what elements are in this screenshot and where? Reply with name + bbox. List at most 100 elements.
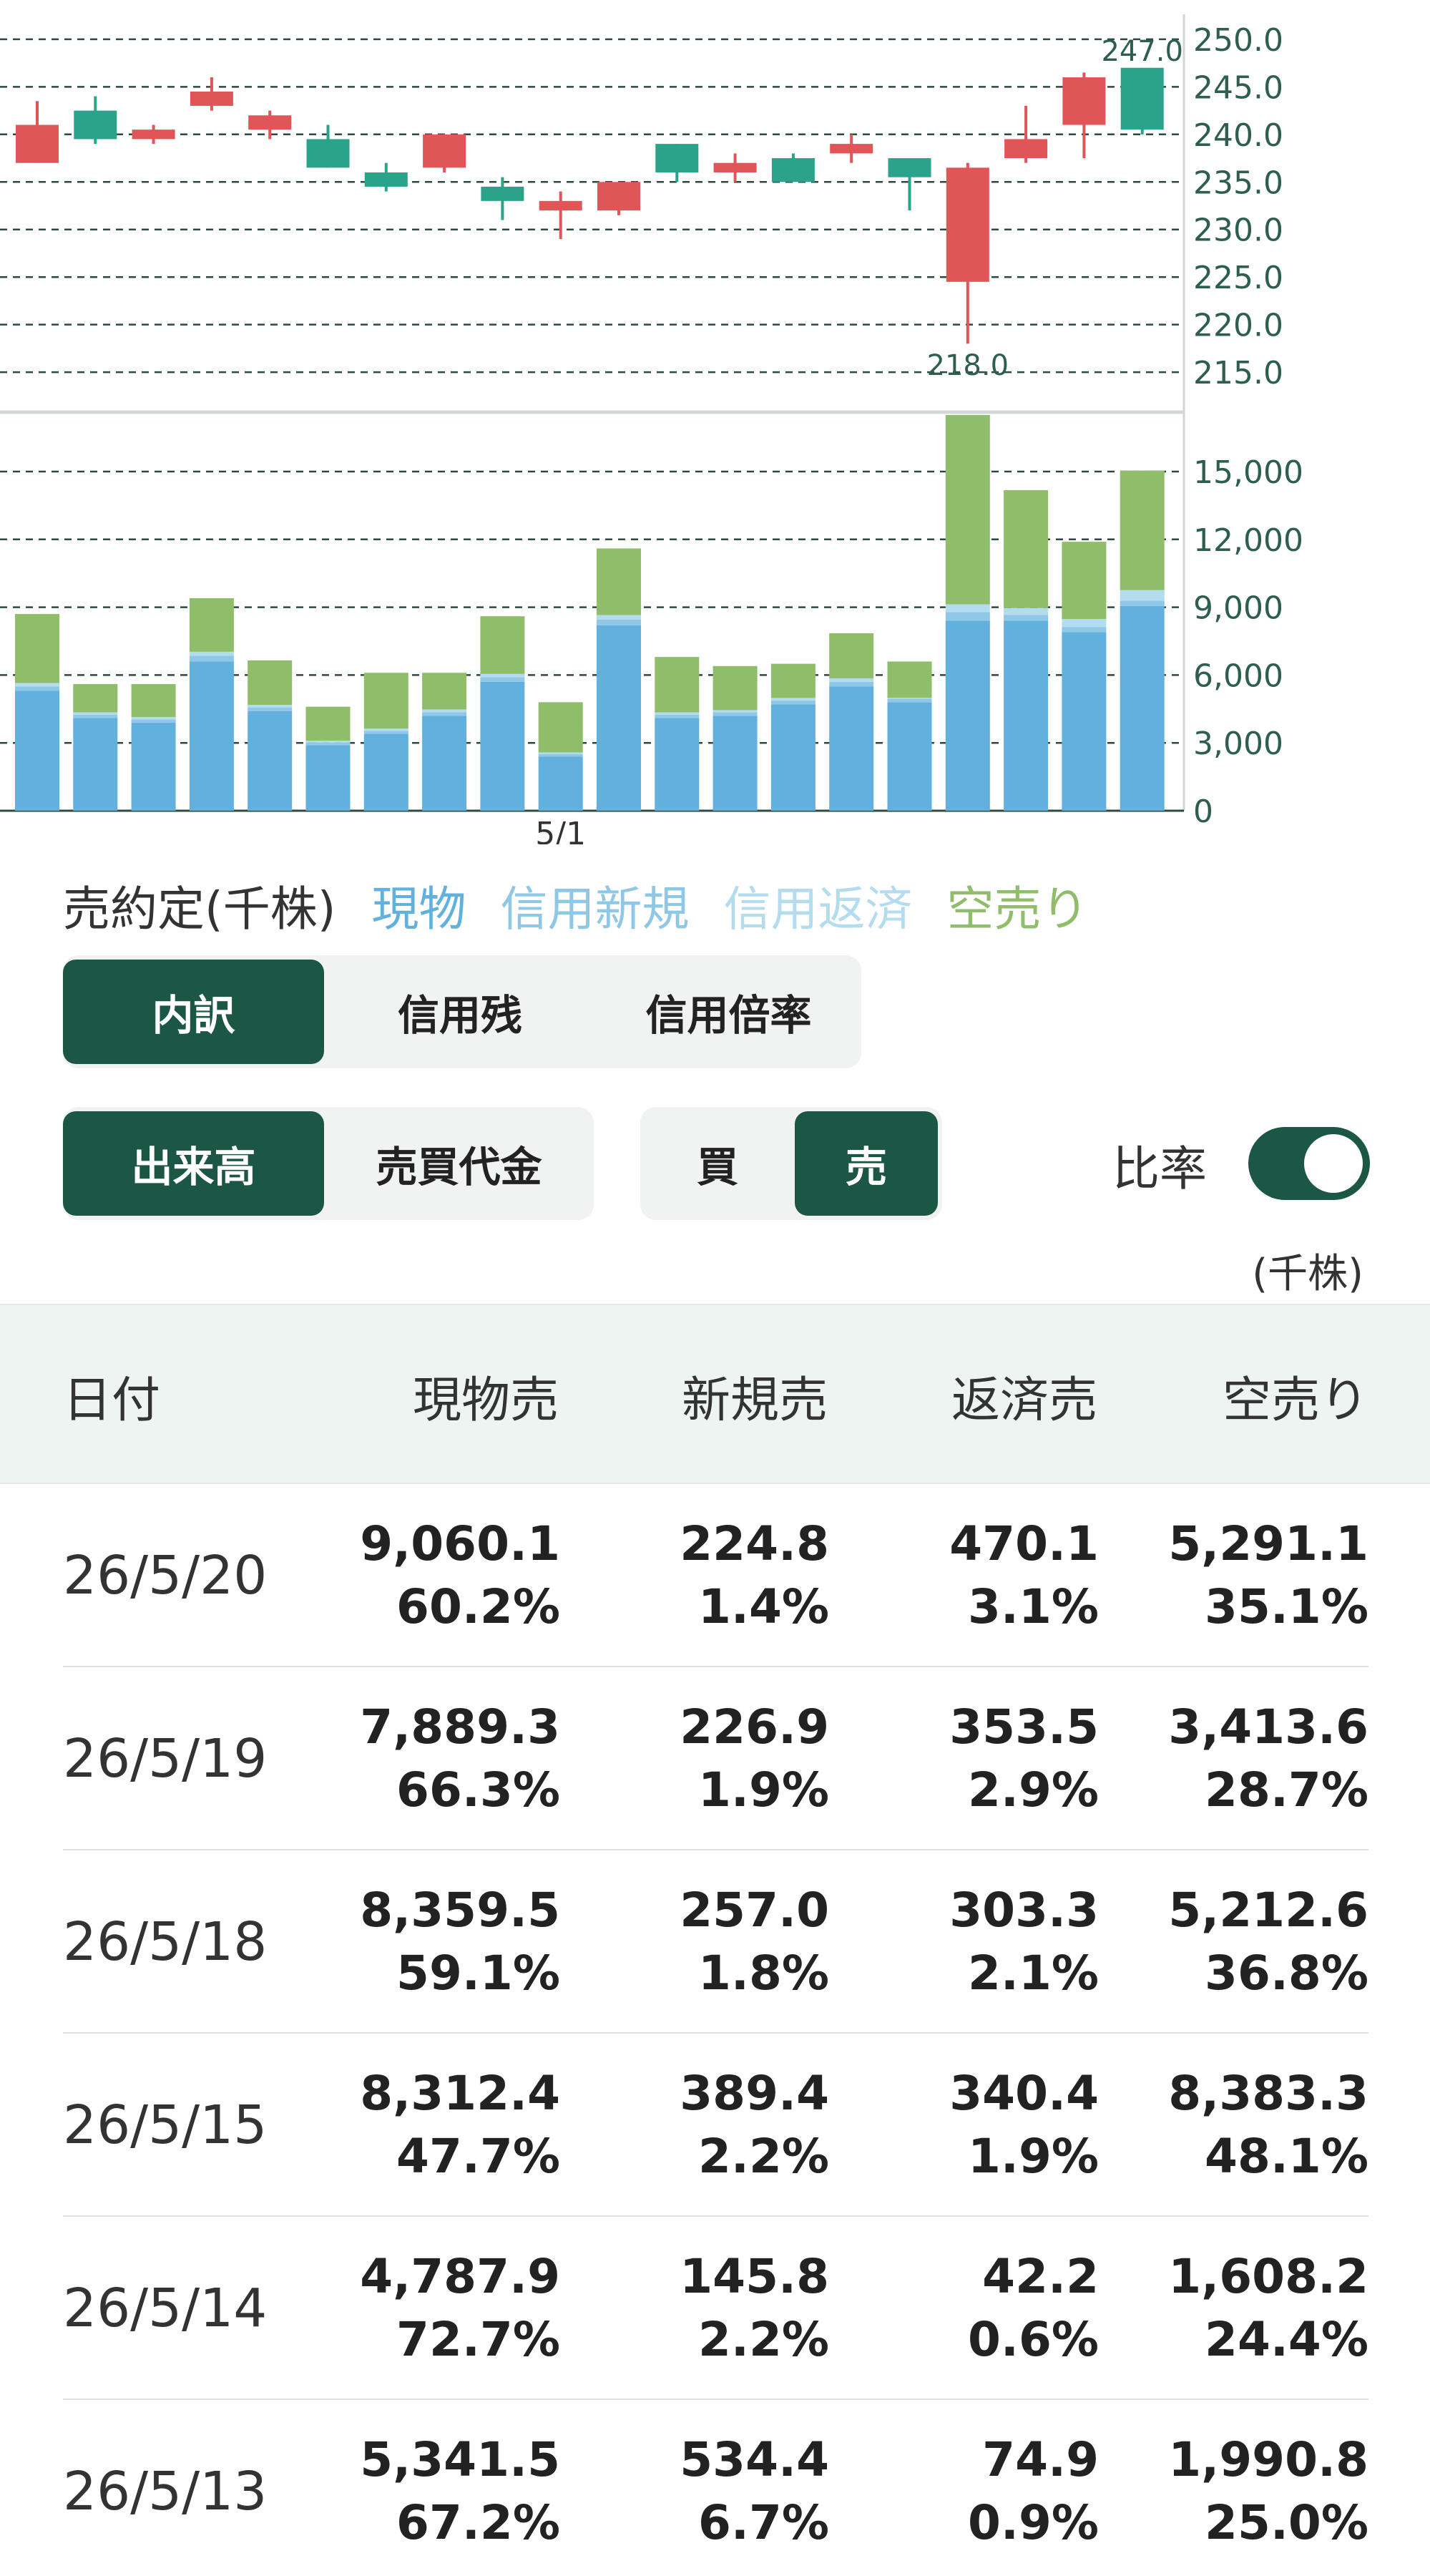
candle-body <box>423 134 466 168</box>
table-row[interactable]: 26/5/19 7,889.3 66.3% 226.9 1.9% 353.5 2.9% 3,4… <box>63 1667 1368 1850</box>
table-row[interactable]: 26/5/18 8,359.5 59.1% 257.0 1.8% 303.3 2.1% 5,2… <box>63 1850 1368 2034</box>
table-row[interactable]: 26/5/14 4,787.9 72.7% 145.8 2.2% 42.2 0.6% 1,60… <box>63 2217 1368 2400</box>
price-tick-label: 250.0 <box>1193 22 1283 59</box>
header-date[interactable]: 日付 <box>63 1305 160 1485</box>
volume-bar-segment <box>480 677 525 682</box>
volume-bar-segment <box>712 712 758 716</box>
price-tick-label: 240.0 <box>1193 117 1283 154</box>
volume-bar-segment <box>15 683 59 687</box>
cell-date: 26/5/13 <box>63 2461 268 2522</box>
price-tick-label: 245.0 <box>1193 69 1283 106</box>
table-row[interactable]: 26/5/13 5,341.5 67.2% 534.4 6.7% 74.9 0.9% 1,99… <box>63 2400 1368 2576</box>
cell-cash-percent: 66.3% <box>396 1762 560 1818</box>
volume-bar-segment <box>538 702 583 753</box>
cell-short-percent: 24.4% <box>1205 2312 1368 2367</box>
cell-cash-value: 8,359.5 <box>360 1883 560 1938</box>
volume-bar-segment <box>480 616 525 674</box>
header-repay-sell[interactable]: 返済売 <box>951 1305 1097 1485</box>
header-short-sell[interactable]: 空売り <box>1223 1305 1368 1485</box>
cell-new-value: 224.8 <box>680 1516 829 1571</box>
ratio-toggle-switch[interactable] <box>1248 1127 1370 1200</box>
cell-new-percent: 1.9% <box>697 1762 829 1818</box>
volume-bar-segment <box>131 719 176 723</box>
table-row[interactable]: 26/5/15 8,312.4 47.7% 389.4 2.2% 340.4 1.9% 8,3… <box>63 2034 1368 2217</box>
volume-bar-segment <box>1062 619 1107 628</box>
cell-date: 26/5/19 <box>63 1728 268 1790</box>
cell-new-value: 534.4 <box>680 2432 829 2487</box>
volume-bar-segment <box>1120 470 1165 590</box>
side-segmented-control: 買 売 <box>640 1107 942 1220</box>
cell-cash-percent: 59.1% <box>396 1946 560 2001</box>
volume-bar-segment <box>305 742 351 746</box>
header-cash-sell[interactable]: 現物売 <box>413 1305 559 1485</box>
volume-bar-segment <box>770 701 816 705</box>
volume-tick-label: 12,000 <box>1193 522 1303 559</box>
volume-bar-segment <box>189 597 234 652</box>
volume-bar-segment <box>945 604 990 613</box>
cell-short-value: 1,608.2 <box>1168 2249 1368 2304</box>
cell-new-value: 389.4 <box>680 2066 829 2121</box>
price-candlestick-chart: 215.0 220.0 225.0 230.0 235.0 240.0 245.0 250.0… <box>0 14 1283 415</box>
tab-volume[interactable]: 出来高 <box>63 1111 324 1216</box>
cell-repay: 303.3 2.1% <box>949 1850 1099 2034</box>
cell-repay-percent: 0.6% <box>967 2312 1099 2367</box>
cell-new: 226.9 1.9% <box>680 1667 829 1850</box>
volume-bar-segment <box>248 660 293 706</box>
legend-item-short-sell: 空売り <box>946 882 1089 937</box>
cell-repay: 340.4 1.9% <box>949 2034 1099 2217</box>
tab-margin-balance[interactable]: 信用残 <box>324 960 596 1064</box>
volume-bar-segment <box>73 684 118 713</box>
volume-bar-segment <box>15 686 59 691</box>
cell-short-value: 8,383.3 <box>1168 2066 1368 2121</box>
volume-bar-segment <box>597 548 641 615</box>
header-new-sell[interactable]: 新規売 <box>682 1305 828 1485</box>
volume-bar-segment <box>712 716 758 811</box>
cell-short-percent: 35.1% <box>1205 1579 1368 1634</box>
cell-new: 257.0 1.8% <box>680 1850 829 2034</box>
volume-bar-segment <box>829 678 874 682</box>
unit-label: (千株) <box>1252 1251 1363 1297</box>
cell-repay-percent: 2.9% <box>967 1762 1099 1818</box>
tab-margin-ratio[interactable]: 信用倍率 <box>596 960 861 1064</box>
cell-repay-percent: 2.1% <box>967 1946 1099 2001</box>
candle-body <box>190 91 233 106</box>
cell-repay-value: 74.9 <box>982 2432 1099 2487</box>
volume-bar-segment <box>887 702 932 811</box>
volume-bar-segment <box>422 673 467 710</box>
toggle-knob <box>1304 1134 1363 1193</box>
cell-short-percent: 25.0% <box>1205 2495 1368 2550</box>
cell-cash: 8,312.4 47.7% <box>360 2034 560 2217</box>
candle-body <box>539 200 582 211</box>
price-tick-label: 235.0 <box>1193 165 1283 201</box>
cell-repay: 42.2 0.6% <box>968 2217 1099 2400</box>
volume-bar-segment <box>1120 590 1165 601</box>
volume-bar-segment <box>712 710 758 713</box>
volume-bar-segment <box>1004 490 1049 608</box>
volume-bar-segment <box>189 661 234 811</box>
volume-bar-segment <box>248 711 293 811</box>
volume-bar-segment <box>363 728 408 731</box>
candle-body <box>1120 67 1164 130</box>
volume-tick-label: 9,000 <box>1193 590 1283 627</box>
metric-segmented-control: 出来高 売買代金 <box>63 1107 594 1220</box>
candle-body <box>830 144 873 154</box>
cell-short: 1,608.2 24.4% <box>1168 2217 1368 2400</box>
volume-bar-segment <box>655 718 700 811</box>
cell-cash-percent: 60.2% <box>396 1579 560 1634</box>
volume-bar-segment <box>248 705 293 708</box>
cell-date: 26/5/15 <box>63 2094 268 2156</box>
volume-bar-segment <box>73 714 118 718</box>
cell-cash-value: 5,341.5 <box>360 2432 560 2487</box>
volume-bar-segment <box>770 663 816 698</box>
volume-bar-segment <box>1062 632 1107 811</box>
volume-bar-segment <box>363 731 408 734</box>
tab-sell[interactable]: 売 <box>795 1111 938 1216</box>
cell-short-percent: 48.1% <box>1205 2129 1368 2184</box>
volume-bar-segment <box>248 707 293 711</box>
cell-short: 3,413.6 28.7% <box>1168 1667 1368 1850</box>
tab-breakdown[interactable]: 内訳 <box>63 960 324 1064</box>
table-row[interactable]: 26/5/20 9,060.1 60.2% 224.8 1.4% 470.1 3.1% 5,2… <box>63 1484 1368 1667</box>
cell-short-value: 1,990.8 <box>1168 2432 1368 2487</box>
tab-trading-value[interactable]: 売買代金 <box>324 1111 594 1216</box>
tab-buy[interactable]: 買 <box>640 1111 795 1216</box>
